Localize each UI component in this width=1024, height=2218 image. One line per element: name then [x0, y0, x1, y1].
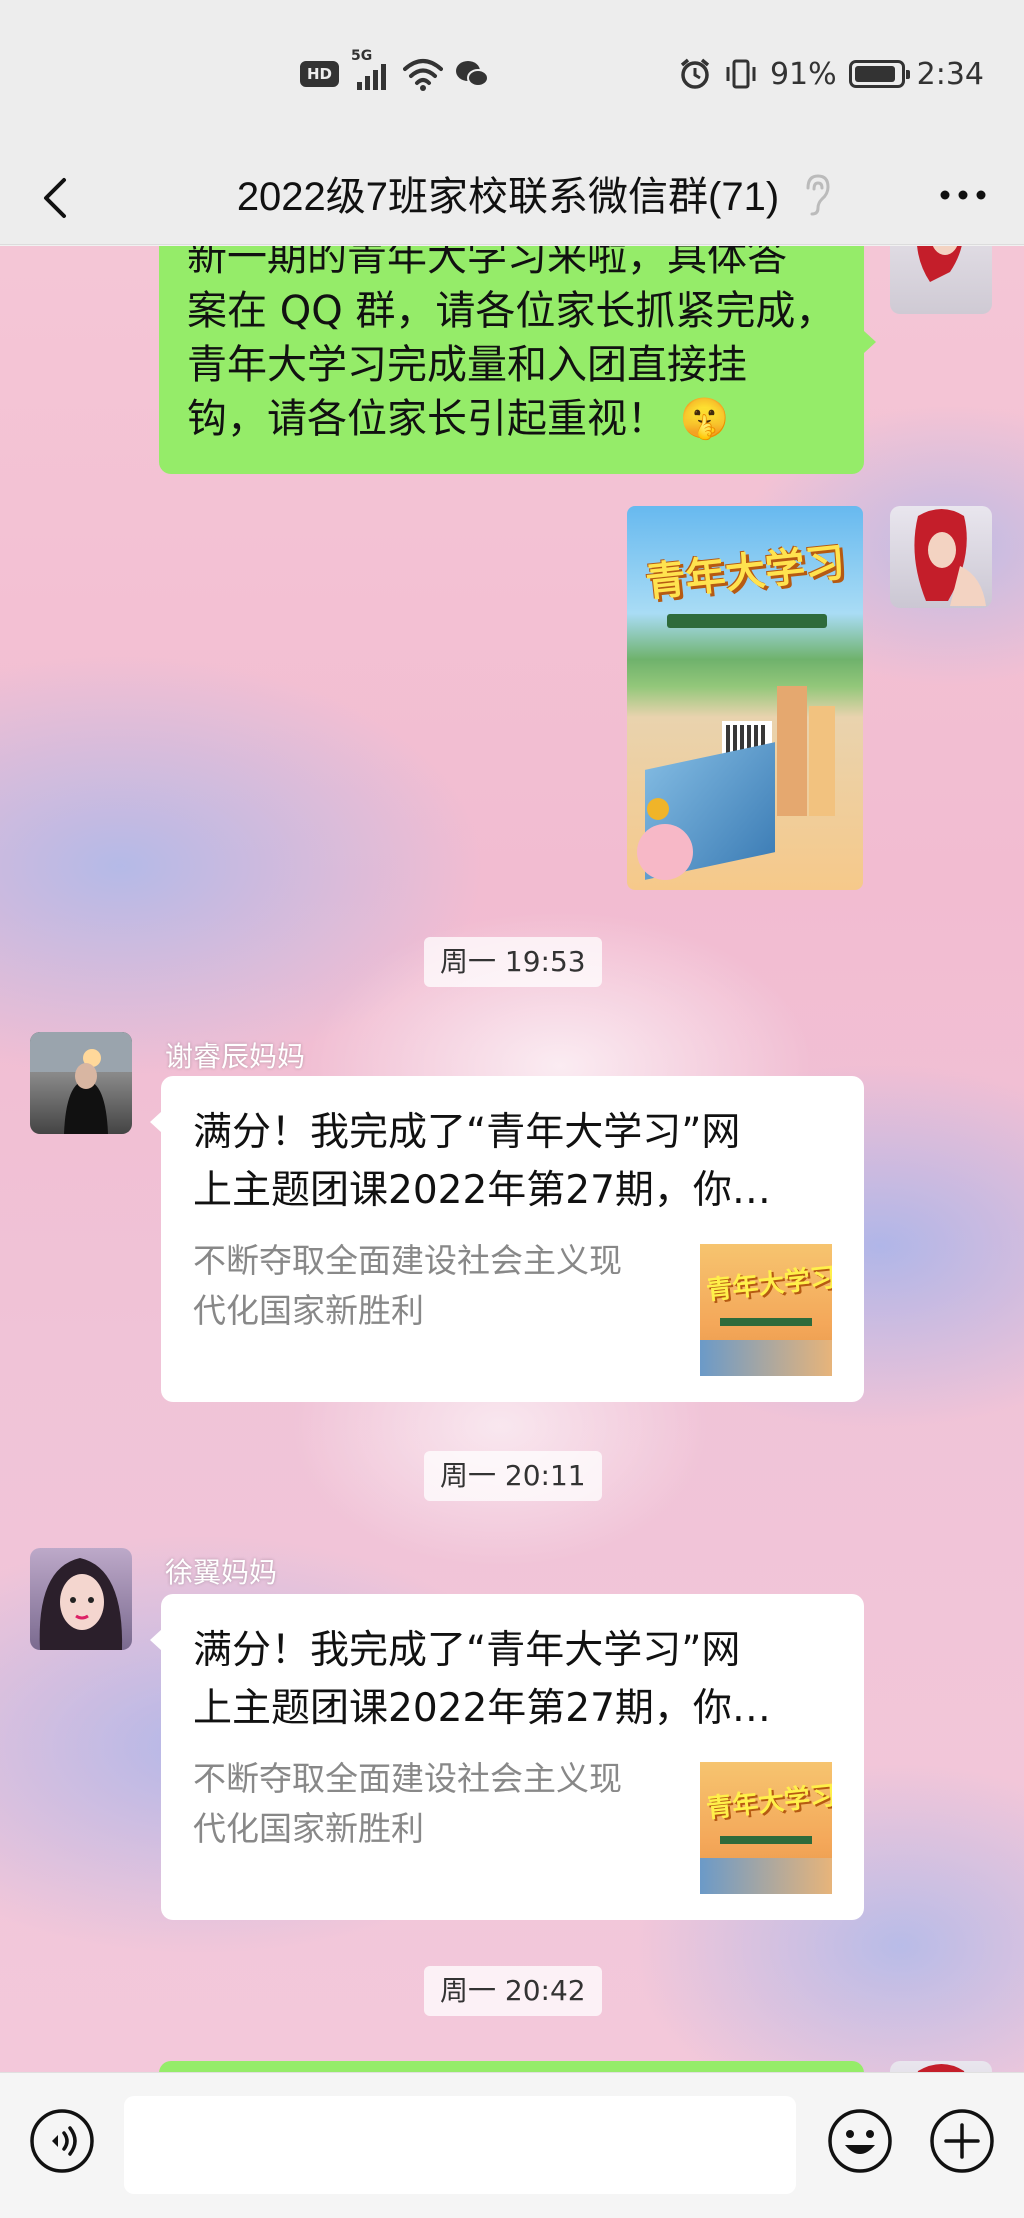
more-options-button[interactable] [938, 180, 988, 210]
thumbnail-title: 青年大学习 [705, 1780, 832, 1825]
thumbnail-banner [720, 1318, 812, 1326]
self-avatar[interactable] [890, 2061, 992, 2072]
message-line: 案在 QQ 群，请各位家长抓紧完成， [187, 288, 836, 334]
poster-tower [777, 686, 807, 816]
cellular-signal-icon: 5G [351, 48, 391, 92]
poster-title: 青年大学习 [643, 539, 848, 607]
thumbnail-banner [720, 1836, 812, 1844]
shared-link-card[interactable]: 满分！我完成了“青年大学习”网 上主题团课2022年第27期，你… 不断夺取全面… [161, 1076, 864, 1402]
card-thumbnail: 青年大学习 [700, 1762, 832, 1894]
poster-banner [667, 614, 827, 628]
message-timestamp: 周一 20:42 [424, 1966, 602, 2016]
vibrate-icon [726, 59, 756, 89]
self-avatar[interactable] [890, 246, 992, 314]
message-timestamp: 周一 19:53 [424, 937, 602, 987]
message-line: 新一期的青年大学习来啦，具体答 [187, 246, 787, 280]
thumbnail-ground [700, 1340, 832, 1376]
chat-title: 2022级7班家校联系微信群(71) [236, 175, 780, 219]
sender-name: 徐翼妈妈 [165, 1556, 278, 1589]
message-line: 青年大学习完成量和入团直接挂 [187, 342, 747, 388]
alarm-icon [680, 58, 710, 89]
self-avatar[interactable] [890, 506, 992, 608]
bubble-tail [150, 1629, 162, 1651]
sender-avatar[interactable] [30, 1032, 132, 1134]
more-functions-button[interactable] [928, 2107, 996, 2175]
card-description: 不断夺取全面建设社会主义现 代化国家新胜利 [193, 1759, 622, 1848]
sender-avatar[interactable] [30, 1548, 132, 1650]
mute-ear-icon [806, 174, 830, 216]
status-right: 91% 2:34 [678, 52, 984, 96]
emoji-button[interactable] [826, 2107, 894, 2175]
sent-message-bubble[interactable] [159, 2061, 864, 2072]
message-timestamp: 周一 20:11 [424, 1451, 602, 1501]
bubble-tail [864, 331, 876, 353]
thumbnail-ground [700, 1858, 832, 1894]
network-type: 5G [351, 48, 373, 64]
message-input[interactable] [124, 2096, 796, 2194]
battery-icon [848, 60, 910, 88]
shush-emoji: 🤫 [679, 396, 730, 442]
sent-message-bubble[interactable]: 新一期的青年大学习来啦，具体答 案在 QQ 群，请各位家长抓紧完成， 青年大学习… [159, 246, 864, 474]
star-badge-icon [647, 798, 669, 820]
poster-tower [809, 706, 835, 816]
chat-message-area[interactable]: 新一期的青年大学习来啦，具体答 案在 QQ 群，请各位家长抓紧完成， 青年大学习… [0, 246, 1024, 2072]
voice-input-button[interactable] [28, 2107, 96, 2175]
card-title: 满分！我完成了“青年大学习”网 上主题团课2022年第27期，你… [193, 1110, 771, 1213]
message-line: 钩，请各位家长引起重视！ 🤫 [187, 396, 730, 442]
chat-header: 2022级7班家校联系微信群(71) [0, 150, 1024, 245]
card-title: 满分！我完成了“青年大学习”网 上主题团课2022年第27期，你… [193, 1628, 771, 1731]
shared-link-card[interactable]: 满分！我完成了“青年大学习”网 上主题团课2022年第27期，你… 不断夺取全面… [161, 1594, 864, 1920]
card-description: 不断夺取全面建设社会主义现 代化国家新胜利 [193, 1241, 622, 1330]
sender-name: 谢睿辰妈妈 [165, 1040, 306, 1073]
clock: 2:34 [916, 56, 984, 92]
input-bar [0, 2072, 1024, 2218]
thumbnail-title: 青年大学习 [705, 1262, 832, 1307]
status-bar: HD 5G 91% 2:34 [0, 0, 1024, 150]
battery-percent: 91% [769, 56, 837, 92]
mascot-image [637, 824, 693, 880]
hd-badge: HD [300, 61, 340, 87]
wifi-icon [403, 59, 444, 91]
bubble-tail [150, 1111, 162, 1133]
status-left: HD 5G [300, 48, 490, 96]
wechat-notification-icon [456, 61, 490, 87]
card-thumbnail: 青年大学习 [700, 1244, 832, 1376]
sent-image-poster[interactable]: 青年大学习 [627, 506, 863, 890]
